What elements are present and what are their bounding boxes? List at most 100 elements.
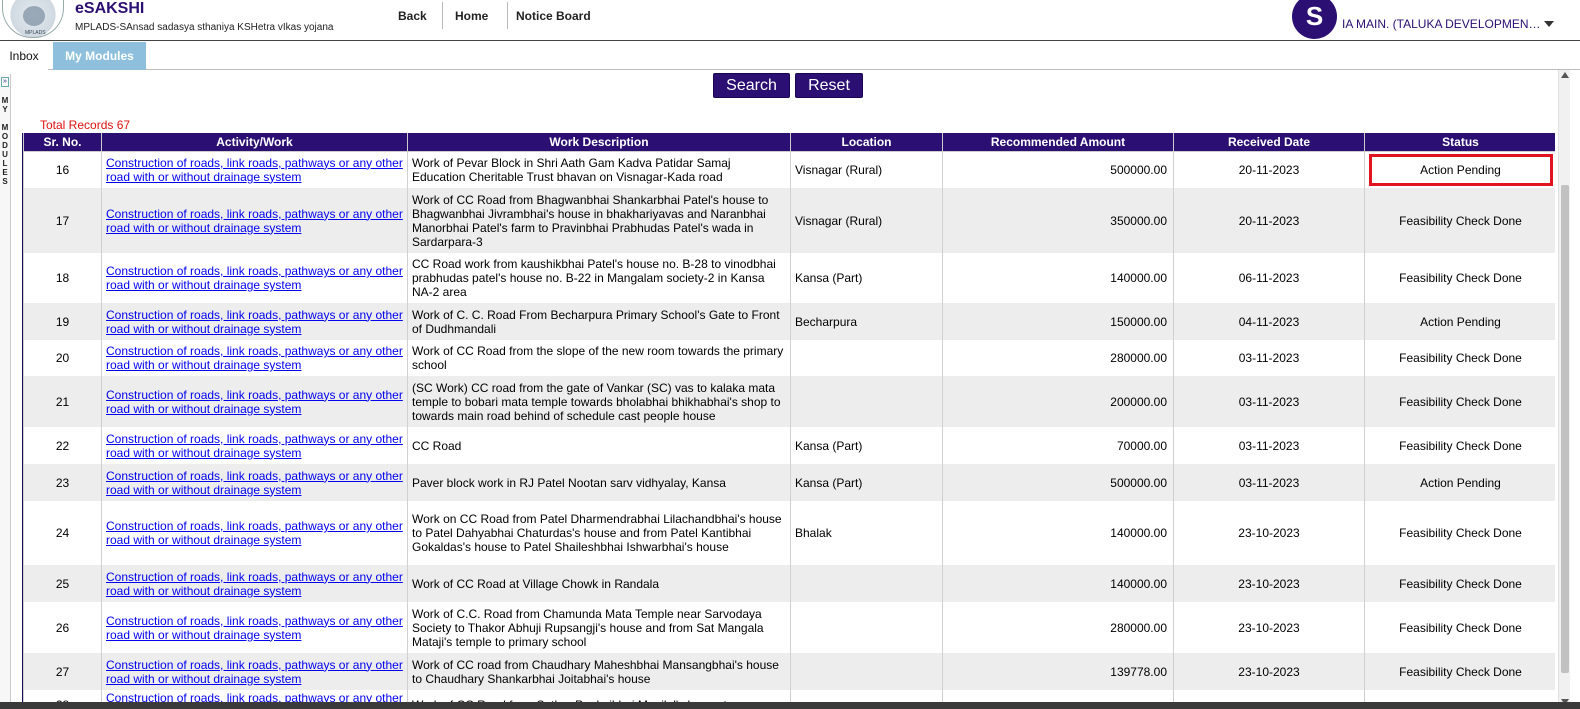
recommended-amount-cell: 140000.00 [942,501,1174,565]
work-description-cell: (SC Work) CC road from the gate of Vanka… [407,376,791,427]
table-row: 17 Construction of roads, link roads, pat… [23,188,1555,253]
table-row: 22 Construction of roads, link roads, pat… [23,427,1555,464]
nav-home-link[interactable]: Home [443,2,508,29]
recommended-amount-cell: 139778.00 [942,653,1174,690]
location-cell: Visnagar (Rural) [790,151,943,188]
location-cell: Kansa (Part) [790,464,943,501]
activity-link[interactable]: Construction of roads, link roads, pathw… [106,658,403,686]
top-header: MPLADS eSAKSHI MPLADS-SAnsad sadasya sth… [0,0,1580,41]
activity-cell: Construction of roads, link roads, pathw… [101,253,408,303]
emblem-icon [23,6,45,26]
scrollbar-thumb[interactable] [1561,185,1569,673]
activity-link[interactable]: Construction of roads, link roads, pathw… [106,308,403,336]
sr-no-cell: 25 [23,565,102,602]
location-cell: Kansa (Part) [790,427,943,464]
table-row: 27 Construction of roads, link roads, pat… [23,653,1555,690]
status-cell: Action Pending [1364,303,1555,340]
table-header-row: Sr. No. Activity/Work Work Description L… [23,133,1555,152]
activity-link[interactable]: Construction of roads, link roads, pathw… [106,156,403,184]
column-header[interactable]: Status [1364,133,1555,152]
activity-cell: Construction of roads, link roads, pathw… [101,501,408,565]
table-row: 19 Construction of roads, link roads, pat… [23,303,1555,340]
tab-inbox[interactable]: Inbox [0,42,48,70]
column-header[interactable]: Location [790,133,943,152]
my-modules-side-strip[interactable]: » M Y M O D U L E S [0,74,11,709]
activity-link[interactable]: Construction of roads, link roads, pathw… [106,432,403,460]
status-cell: Feasibility Check Done [1364,565,1555,602]
table-row: 21 Construction of roads, link roads, pat… [23,376,1555,427]
tab-my-modules[interactable]: My Modules [53,42,146,70]
work-description-cell: Paver block work in RJ Patel Nootan sarv… [407,464,791,501]
tab-bar: Inbox My Modules [0,41,1580,70]
user-name-menu[interactable]: IA MAIN. (TALUKA DEVELOPMENT OFFICER) [1342,17,1542,31]
activity-cell: Construction of roads, link roads, pathw… [101,340,408,376]
activity-link[interactable]: Construction of roads, link roads, pathw… [106,344,403,372]
received-date-cell: 03-11-2023 [1173,340,1365,376]
recommended-amount-cell: 200000.00 [942,376,1174,427]
location-cell: Kansa (Part) [790,253,943,303]
recommended-amount-cell: 280000.00 [942,602,1174,653]
recommended-amount-cell: 140000.00 [942,253,1174,303]
expand-icon[interactable]: » [1,77,9,87]
status-cell: Feasibility Check Done [1364,602,1555,653]
sr-no-cell: 16 [23,151,102,188]
activity-link[interactable]: Construction of roads, link roads, pathw… [106,264,403,292]
location-cell [790,340,943,376]
work-description-cell: Work of CC Road at Village Chowk in Rand… [407,565,791,602]
scroll-up-icon[interactable] [1561,72,1569,78]
work-description-cell: CC Road work from kaushikbhai Patel's ho… [407,253,791,303]
column-header[interactable]: Received Date [1173,133,1365,152]
work-description-cell: Work of C. C. Road From Becharpura Prima… [407,303,791,340]
activity-link[interactable]: Construction of roads, link roads, pathw… [106,388,403,416]
column-header[interactable]: Sr. No. [23,133,102,152]
activity-cell: Construction of roads, link roads, pathw… [101,188,408,253]
column-header[interactable]: Work Description [407,133,791,152]
table-row: 16 Construction of roads, link roads, pat… [23,151,1555,188]
location-cell: Becharpura [790,303,943,340]
activity-link[interactable]: Construction of roads, link roads, pathw… [106,614,403,642]
sr-no-cell: 18 [23,253,102,303]
activity-cell: Construction of roads, link roads, pathw… [101,602,408,653]
location-cell [790,602,943,653]
user-avatar[interactable]: S [1292,0,1337,39]
table-row: 20 Construction of roads, link roads, pat… [23,340,1555,376]
activity-link[interactable]: Construction of roads, link roads, pathw… [106,519,403,547]
received-date-cell: 23-10-2023 [1173,501,1365,565]
activity-link[interactable]: Construction of roads, link roads, pathw… [106,207,403,235]
work-description-cell: Work on CC Road from Patel Dharmendrabha… [407,501,791,565]
logo-text: MPLADS [25,30,46,36]
total-records: Total Records 67 [40,118,131,132]
location-cell: Visnagar (Rural) [790,188,943,253]
recommended-amount-cell: 70000.00 [942,427,1174,464]
chevron-down-icon[interactable] [1544,21,1554,27]
status-cell: Feasibility Check Done [1364,653,1555,690]
received-date-cell: 20-11-2023 [1173,188,1365,253]
vertical-scrollbar[interactable] [1558,70,1570,709]
received-date-cell: 04-11-2023 [1173,303,1365,340]
work-description-cell: Work of CC road from Chaudhary Maheshbha… [407,653,791,690]
sr-no-cell: 23 [23,464,102,501]
sr-no-cell: 20 [23,340,102,376]
received-date-cell: 03-11-2023 [1173,464,1365,501]
status-cell: Feasibility Check Done [1364,501,1555,565]
activity-link[interactable]: Construction of roads, link roads, pathw… [106,469,403,497]
search-button[interactable]: Search [713,73,790,98]
status-cell: Action Pending [1364,151,1555,188]
recommended-amount-cell: 280000.00 [942,340,1174,376]
column-header[interactable]: Activity/Work [101,133,408,152]
activity-cell: Construction of roads, link roads, pathw… [101,376,408,427]
recommended-amount-cell: 500000.00 [942,464,1174,501]
nav-back-link[interactable]: Back [390,2,443,29]
table-row: 25 Construction of roads, link roads, pat… [23,565,1555,602]
activity-link[interactable]: Construction of roads, link roads, pathw… [106,570,403,598]
column-header[interactable]: Recommended Amount [942,133,1174,152]
sr-no-cell: 24 [23,501,102,565]
reset-button[interactable]: Reset [795,73,863,98]
app-subtitle: MPLADS-SAnsad sadasya sthaniya KSHetra v… [75,22,334,33]
received-date-cell: 03-11-2023 [1173,427,1365,464]
work-description-cell: Work of C.C. Road from Chamunda Mata Tem… [407,602,791,653]
work-description-cell: Work of CC Road from Bhagwanbhai Shankar… [407,188,791,253]
records-table: Sr. No. Activity/Work Work Description L… [23,133,1555,709]
work-description-cell: Work of CC Road from the slope of the ne… [407,340,791,376]
nav-notice-board-link[interactable]: Notice Board [508,2,599,29]
